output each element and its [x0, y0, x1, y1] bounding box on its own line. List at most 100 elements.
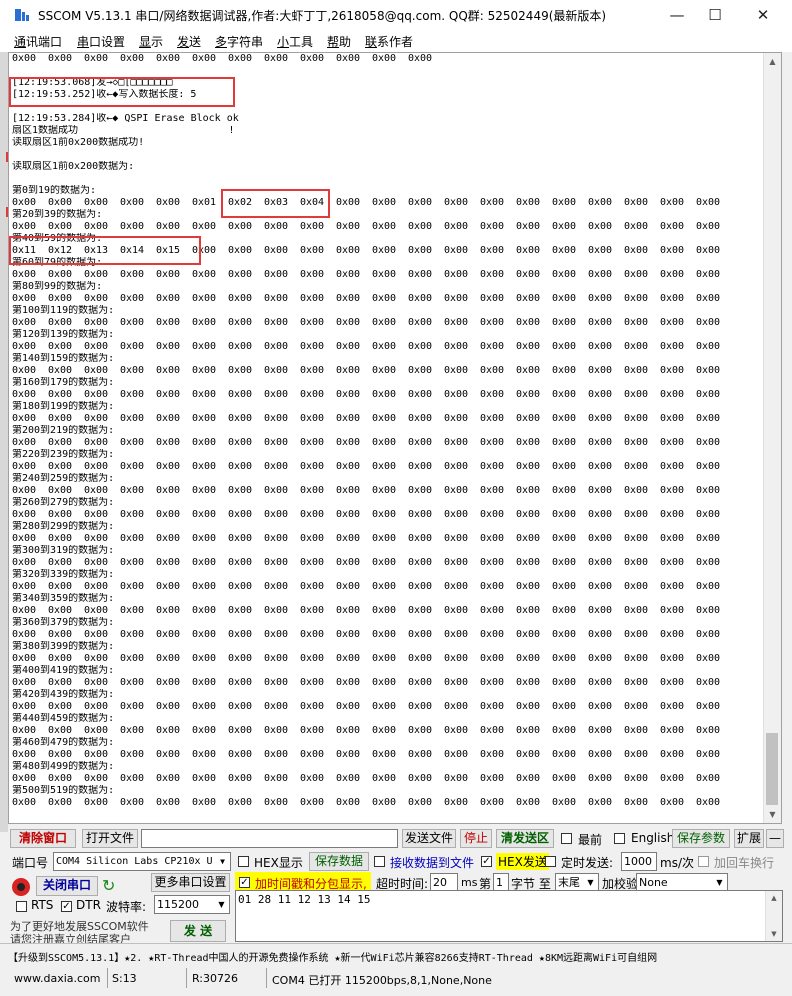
status-separator	[107, 968, 108, 988]
menu-send[interactable]: 发送	[177, 33, 201, 50]
hex-display-label: HEX显示	[254, 856, 303, 870]
hex-value: 0x00	[660, 317, 685, 328]
hex-value: 0x12	[48, 245, 73, 256]
hex-value: 0x00	[624, 701, 649, 712]
send-button[interactable]: 发 送	[170, 920, 226, 942]
hex-data-row: 0x00 0x00 0x00 0x00 0x00 0x00 0x00 0x00 0x00 0x00…	[12, 701, 764, 713]
hex-value: 0x00	[516, 461, 541, 472]
close-button[interactable]: ✕	[740, 0, 786, 30]
news-ticker[interactable]: 【升级到SSCOM5.13.1】★2. ★RT-Thread中国人的开源免费操作…	[8, 949, 784, 964]
hex-value: 0x00	[408, 533, 433, 544]
hex-data-row: 0x00 0x00 0x00 0x00 0x00 0x00 0x00 0x00 0x00 0x00…	[12, 749, 764, 761]
add-enter-checkbox[interactable]	[698, 856, 709, 867]
menu-tools[interactable]: 小工具	[277, 33, 313, 50]
hex-value: 0x00	[48, 293, 73, 304]
menu-help[interactable]: 帮助	[327, 33, 351, 50]
hex-value: 0x00	[12, 437, 37, 448]
dtr-checkbox[interactable]: ✓	[61, 901, 72, 912]
receive-log[interactable]: 0x00 0x00 0x00 0x00 0x00 0x00 0x00 0x00 0x00 0x00…	[8, 52, 782, 824]
hex-value: 0x00	[660, 629, 685, 640]
hex-value: 0x00	[516, 533, 541, 544]
hex-data-row: 0x00 0x00 0x00 0x00 0x00 0x00 0x00 0x00 0x00 0x00…	[12, 533, 764, 545]
hex-value: 0x00	[552, 485, 577, 496]
hex-value: 0x00	[696, 221, 721, 232]
hex-value: 0x00	[300, 581, 325, 592]
clear-send-area-button[interactable]: 清发送区	[496, 829, 554, 848]
scroll-up-arrow-icon[interactable]: ▲	[766, 891, 782, 905]
save-data-button[interactable]: 保存数据	[309, 852, 369, 871]
more-settings-button[interactable]: 更多串口设置	[151, 873, 230, 892]
hex-value: 0x00	[300, 53, 325, 64]
hex-value: 0x00	[156, 317, 181, 328]
menu-serial-settings[interactable]: 串口设置	[77, 33, 125, 50]
menu-display[interactable]: 显示	[139, 33, 163, 50]
block-label: 第80到99的数据为:	[12, 281, 103, 292]
clear-window-button[interactable]: 清除窗口	[10, 829, 76, 848]
send-file-button[interactable]: 发送文件	[402, 829, 456, 848]
hex-value: 0x00	[12, 605, 37, 616]
hex-value: 0x00	[300, 677, 325, 688]
stop-button[interactable]: 停止	[460, 829, 492, 848]
baud-rate-select[interactable]: 115200 ▼	[154, 895, 230, 914]
hex-value: 0x00	[552, 269, 577, 280]
open-file-button[interactable]: 打开文件	[82, 829, 138, 848]
hex-value: 0x00	[300, 533, 325, 544]
hex-value: 0x00	[192, 317, 217, 328]
hex-value: 0x00	[624, 773, 649, 784]
hex-value: 0x00	[12, 749, 37, 760]
file-path-input[interactable]	[141, 829, 398, 848]
scroll-down-arrow-icon[interactable]: ▼	[764, 806, 781, 823]
close-port-button[interactable]: 关闭串口	[36, 876, 98, 896]
hex-value: 0x00	[228, 221, 253, 232]
refresh-icon[interactable]: ↻	[102, 876, 115, 895]
hex-value: 0x00	[516, 725, 541, 736]
timestamp-checkbox[interactable]: ✓	[239, 877, 250, 888]
save-params-button[interactable]: 保存参数	[672, 829, 730, 848]
hex-send-checkbox[interactable]: ✓	[481, 856, 492, 867]
timed-interval-input[interactable]: 1000	[621, 852, 657, 871]
hex-data-row: 0x00 0x00 0x00 0x00 0x00 0x00 0x00 0x00 0x00 0x00…	[12, 317, 764, 329]
menu-comm-port[interactable]: 通讯端口	[14, 33, 62, 50]
scroll-thumb[interactable]	[766, 733, 778, 805]
send-area-scrollbar[interactable]: ▲ ▼	[765, 891, 782, 941]
timed-send-checkbox[interactable]	[545, 856, 556, 867]
hex-value: 0x00	[156, 533, 181, 544]
hex-value: 0x00	[120, 413, 145, 424]
hex-value: 0x00	[408, 197, 433, 208]
hex-value: 0x00	[192, 581, 217, 592]
receive-log-scrollbar[interactable]: ▲ ▼	[763, 53, 781, 823]
hex-value: 0x00	[300, 437, 325, 448]
expand-button[interactable]: 扩展	[734, 829, 764, 848]
recv-to-file-checkbox[interactable]	[374, 856, 385, 867]
collapse-button[interactable]: —	[766, 829, 784, 848]
hex-value: 0x00	[120, 749, 145, 760]
hex-value: 0x00	[84, 317, 109, 328]
hex-value: 0x00	[516, 317, 541, 328]
hex-value: 0x00	[660, 509, 685, 520]
port-select[interactable]: COM4 Silicon Labs CP210x U ▼	[53, 852, 231, 871]
hex-value: 0x00	[192, 341, 217, 352]
hex-value: 0x00	[444, 245, 469, 256]
scroll-down-arrow-icon[interactable]: ▼	[766, 927, 782, 941]
maximize-button[interactable]: ☐	[692, 0, 738, 30]
rts-checkbox[interactable]	[16, 901, 27, 912]
hex-value: 0x00	[696, 413, 721, 424]
hex-value: 0x00	[48, 437, 73, 448]
menu-contact-author[interactable]: 联系作者	[365, 33, 413, 50]
hex-value: 0x00	[336, 341, 361, 352]
hex-value: 0x00	[156, 725, 181, 736]
scroll-up-arrow-icon[interactable]: ▲	[764, 53, 781, 70]
hex-data-row: 0x00 0x00 0x00 0x00 0x00 0x01 0x02 0x03 0x04 0x00…	[12, 197, 764, 209]
hex-value: 0x00	[588, 365, 613, 376]
menu-multi-string[interactable]: 多字符串	[215, 33, 263, 50]
hex-value: 0x00	[552, 677, 577, 688]
website-link[interactable]: www.daxia.com	[14, 972, 101, 985]
hex-value: 0x00	[516, 341, 541, 352]
log-line: [12:19:53.252]收←◆写入数据长度: 5	[12, 89, 197, 100]
hex-value: 0x00	[516, 197, 541, 208]
topmost-checkbox[interactable]	[561, 833, 572, 844]
hex-display-checkbox[interactable]	[238, 856, 249, 867]
hex-value: 0x00	[12, 773, 37, 784]
send-input-area[interactable]: 01 28 11 12 13 14 15 ▲ ▼	[235, 890, 783, 942]
english-checkbox[interactable]	[614, 833, 625, 844]
